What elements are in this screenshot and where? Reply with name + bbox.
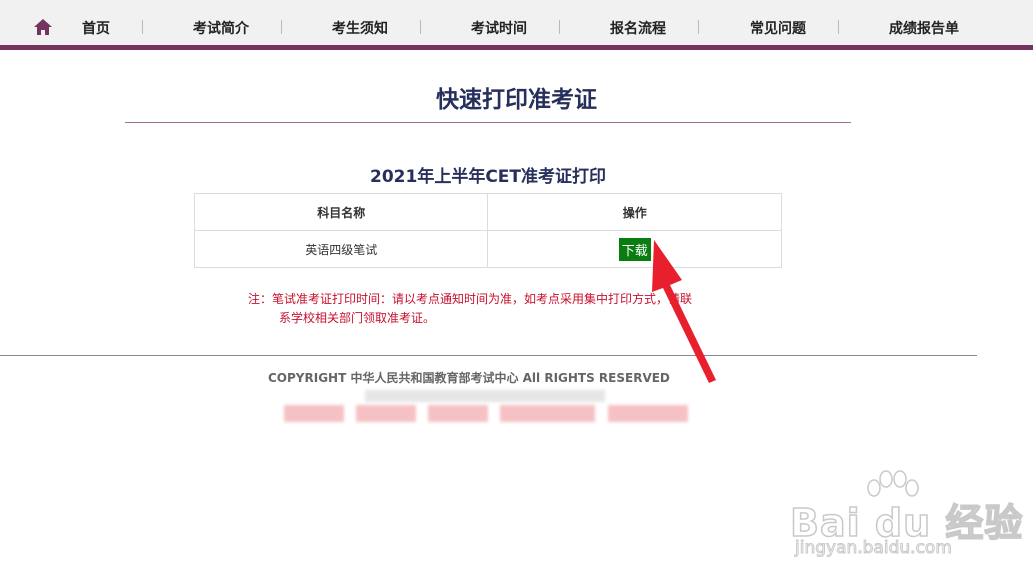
blurred-footer-info <box>608 405 688 422</box>
nav-separator <box>420 20 421 34</box>
column-header-subject: 科目名称 <box>193 193 489 231</box>
red-arrow-annotation <box>652 240 716 383</box>
nav-item-exam-time[interactable]: 考试时间 <box>471 18 527 38</box>
notice-line-1: 注：笔试准考证打印时间：请以考点通知时间为准，如考点采用集中打印方式，请联 <box>248 292 693 306</box>
footer-divider <box>0 355 977 356</box>
nav-item-score-report[interactable]: 成绩报告单 <box>889 18 959 38</box>
top-nav-bar: 首页 考试简介 考生须知 考试时间 报名流程 常见问题 成绩报告单 <box>0 0 1033 50</box>
blurred-footer-info <box>284 405 344 422</box>
watermark-url: jingyan.baidu.com <box>795 538 953 559</box>
nav-item-registration-process[interactable]: 报名流程 <box>610 18 666 38</box>
blurred-footer-info <box>356 405 416 422</box>
blurred-footer-info <box>500 405 595 422</box>
nav-item-candidate-notice[interactable]: 考生须知 <box>332 18 388 38</box>
column-header-action: 操作 <box>487 193 782 231</box>
table-header-row: 科目名称 操作 <box>193 193 782 231</box>
title-divider <box>125 122 851 123</box>
blurred-footer-info <box>428 405 488 422</box>
page-title: 快速打印准考证 <box>436 87 597 113</box>
nav-separator <box>559 20 560 34</box>
nav-item-exam-intro[interactable]: 考试简介 <box>193 18 249 38</box>
nav-item-home[interactable]: 首页 <box>82 18 110 38</box>
blurred-footer-info <box>365 390 605 402</box>
nav-separator <box>838 20 839 34</box>
subject-name-cell: 英语四级笔试 <box>193 230 489 268</box>
home-icon[interactable] <box>33 18 53 36</box>
baidu-jingyan-watermark: Bai du 经验 jingyan.baidu.com <box>789 470 1030 580</box>
nav-separator <box>281 20 282 34</box>
nav-separator <box>142 20 143 34</box>
nav-item-faq[interactable]: 常见问题 <box>750 18 806 38</box>
copyright-text: COPYRIGHT 中华人民共和国教育部考试中心 All RIGHTS RESE… <box>268 371 670 385</box>
nav-separator <box>698 20 699 34</box>
section-title: 2021年上半年CET准考证打印 <box>370 167 606 187</box>
